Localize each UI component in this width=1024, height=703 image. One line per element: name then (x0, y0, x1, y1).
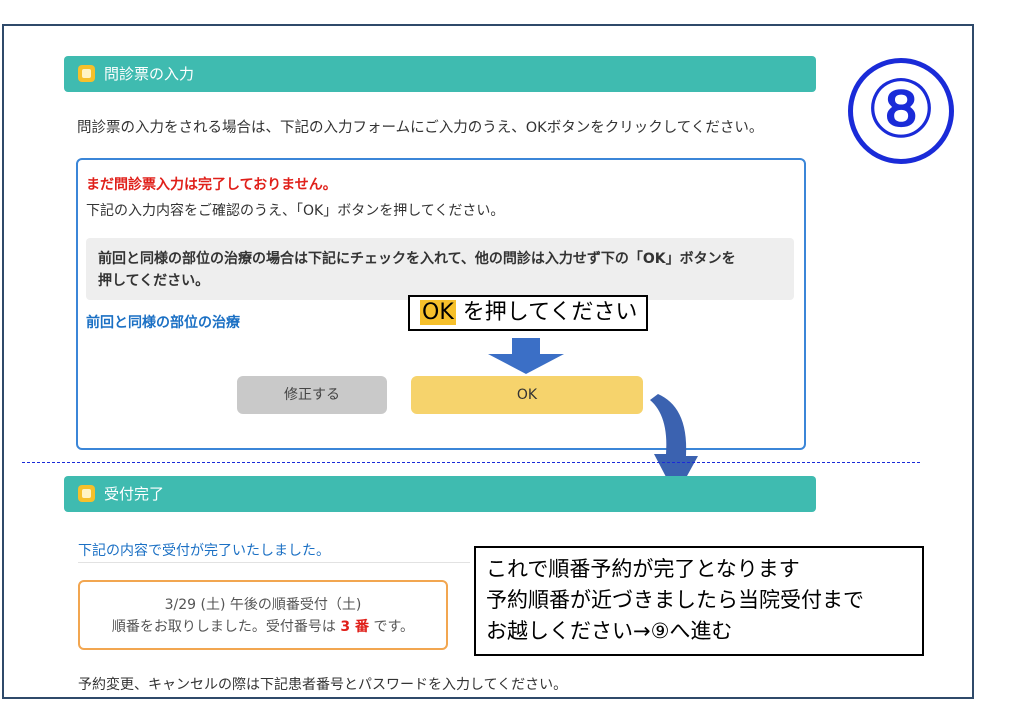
folder-icon (78, 65, 95, 82)
done-divider (78, 562, 470, 563)
note-line-2: 押してください。 (98, 273, 210, 289)
press-ok-callout: OK を押してください (408, 295, 648, 331)
incomplete-warning: まだ問診票入力は完了しておりません。 (86, 177, 337, 193)
callout-ok-text: を押してください (462, 300, 638, 325)
questionnaire-intro: 問診票の入力をされる場合は、下記の入力フォームにご入力のうえ、OKボタンをクリッ… (77, 120, 764, 136)
receipt-date-line: 3/29 (土) 午後の順番受付（土) (164, 597, 362, 613)
receipt-number: 3 番 (340, 619, 369, 635)
section-divider (22, 462, 920, 463)
receipt-box: 3/29 (土) 午後の順番受付（土) 順番をお取りしました。受付番号は 3 番… (78, 580, 448, 650)
receipt-number-line: 順番をお取りしました。受付番号は 3 番 です。 (80, 616, 446, 638)
completion-line-2: 予約順番が近づきましたら当院受付まで (486, 588, 864, 612)
same-treatment-note: 前回と同様の部位の治療の場合は下記にチェックを入れて、他の問診は入力せず下の「O… (86, 238, 794, 300)
questionnaire-header: 問診票の入力 (64, 56, 816, 92)
receipt-suffix: です。 (373, 619, 415, 635)
step-marker: ⑧ (848, 58, 954, 164)
completion-line-1: これで順番予約が完了となります (486, 557, 800, 581)
reception-header: 受付完了 (64, 476, 816, 512)
folder-icon (78, 485, 95, 502)
same-part-treatment-link[interactable]: 前回と同様の部位の治療 (86, 312, 240, 332)
note-line-1: 前回と同様の部位の治療の場合は下記にチェックを入れて、他の問診は入力せず下の「O… (98, 251, 736, 267)
completion-line-3: お越しください→⑨へ進む (486, 619, 733, 643)
completion-callout: これで順番予約が完了となります 予約順番が近づきましたら当院受付まで お越しくだ… (474, 546, 924, 656)
ok-button[interactable]: OK (411, 376, 643, 414)
questionnaire-header-title: 問診票の入力 (104, 65, 195, 83)
confirm-instruction: 下記の入力内容をご確認のうえ、「OK」ボタンを押してください。 (86, 203, 505, 219)
reception-header-title: 受付完了 (104, 485, 165, 503)
callout-ok-highlight: OK (420, 300, 456, 325)
receipt-prefix: 順番をお取りしました。受付番号は (111, 619, 336, 635)
change-cancel-instruction: 予約変更、キャンセルの際は下記患者番号とパスワードを入力してください。 (78, 677, 568, 693)
arrow-down-icon (488, 338, 564, 374)
reception-done-message: 下記の内容で受付が完了いたしました。 (78, 543, 330, 559)
edit-button[interactable]: 修正する (237, 376, 387, 414)
